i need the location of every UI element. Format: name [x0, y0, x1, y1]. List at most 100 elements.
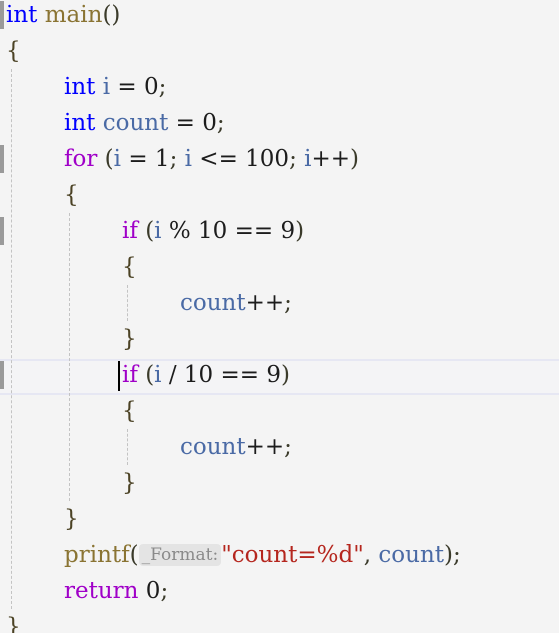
type-keyword: int [6, 2, 38, 28]
code-line[interactable]: int i = 0; [0, 69, 559, 105]
inline-parameter-hint: _Format: [138, 544, 222, 566]
code-text-layer[interactable]: int main(){int i = 0; int count = 0; for (… [0, 0, 559, 633]
operator: == [220, 362, 260, 388]
operator: / [168, 362, 177, 388]
code-line[interactable]: count++; [0, 285, 559, 321]
operator: ++ [245, 290, 285, 316]
code-token: ( [104, 146, 114, 172]
identifier: count [378, 542, 445, 568]
type-keyword: int [64, 74, 96, 100]
code-line[interactable]: if (i / 10 == 9) [0, 357, 559, 393]
numeric-literal: 10 [183, 362, 214, 388]
code-line[interactable]: return 0; [0, 573, 559, 609]
code-token: ( [145, 218, 155, 244]
numeric-literal: 0 [202, 110, 217, 136]
code-line[interactable]: { [0, 177, 559, 213]
code-token: ; [289, 146, 297, 172]
operator: % [168, 218, 191, 244]
identifier: i [154, 362, 162, 388]
brace: } [122, 326, 137, 352]
code-token: ; [160, 578, 169, 604]
numeric-literal: 0 [144, 74, 159, 100]
identifier: count [180, 290, 246, 316]
operator: = [117, 74, 137, 100]
code-line[interactable]: int main() [0, 0, 559, 33]
brace: { [122, 398, 137, 424]
code-token: ; [158, 74, 167, 100]
code-line[interactable]: { [0, 393, 559, 429]
operator: ++ [245, 434, 285, 460]
identifier: i [113, 146, 122, 172]
operator: <= [199, 146, 238, 172]
code-line[interactable]: } [0, 321, 559, 357]
type-keyword: int [64, 110, 96, 136]
brace: { [122, 254, 137, 280]
identifier: i [102, 74, 111, 100]
code-token: ( [129, 542, 139, 568]
identifier: count [102, 110, 169, 136]
code-line[interactable]: } [0, 465, 559, 501]
numeric-literal: 100 [245, 146, 290, 172]
string-literal: "count=%d" [221, 542, 364, 568]
operator: = [128, 146, 148, 172]
numeric-literal: 9 [266, 362, 281, 388]
identifier: i [184, 146, 192, 172]
code-token: ) [295, 218, 305, 244]
brace: { [64, 182, 79, 208]
code-line[interactable]: printf(_Format: "count=%d", count); [0, 537, 559, 573]
code-token: ) [350, 146, 360, 172]
function-name: printf [64, 542, 130, 568]
brace: } [6, 614, 21, 633]
code-token: ) [444, 542, 454, 568]
code-token: ; [216, 110, 225, 136]
control-keyword: for [64, 146, 98, 172]
code-line[interactable]: } [0, 501, 559, 537]
code-line[interactable]: count++; [0, 429, 559, 465]
control-keyword: if [122, 362, 138, 388]
brace: } [64, 506, 79, 532]
control-keyword: return [64, 578, 139, 604]
code-token: ( [145, 362, 155, 388]
code-token: ; [453, 542, 461, 568]
brace: { [6, 38, 21, 64]
code-line[interactable]: { [0, 249, 559, 285]
code-line[interactable]: if (i % 10 == 9) [0, 213, 559, 249]
code-token: ; [284, 290, 292, 316]
function-name: main [44, 2, 103, 28]
identifier: i [154, 218, 162, 244]
code-token: () [102, 2, 121, 28]
brace: } [122, 470, 137, 496]
numeric-literal: 10 [198, 218, 228, 244]
code-line[interactable]: for (i = 1; i <= 100; i++) [0, 141, 559, 177]
operator: ++ [311, 146, 351, 172]
code-line[interactable]: } [0, 609, 559, 633]
code-editor-surface[interactable]: int main(){int i = 0; int count = 0; for (… [0, 0, 559, 633]
code-token: ; [284, 434, 292, 460]
numeric-literal: 9 [280, 218, 296, 244]
numeric-literal: 0 [145, 578, 161, 604]
code-line[interactable]: { [0, 33, 559, 69]
identifier: count [180, 434, 246, 460]
numeric-literal: 1 [154, 146, 170, 172]
operator: == [234, 218, 274, 244]
code-token: , [363, 542, 372, 568]
code-line[interactable]: int count = 0; [0, 105, 559, 141]
control-keyword: if [122, 218, 138, 244]
code-token: ) [281, 362, 290, 388]
operator: = [175, 110, 195, 136]
